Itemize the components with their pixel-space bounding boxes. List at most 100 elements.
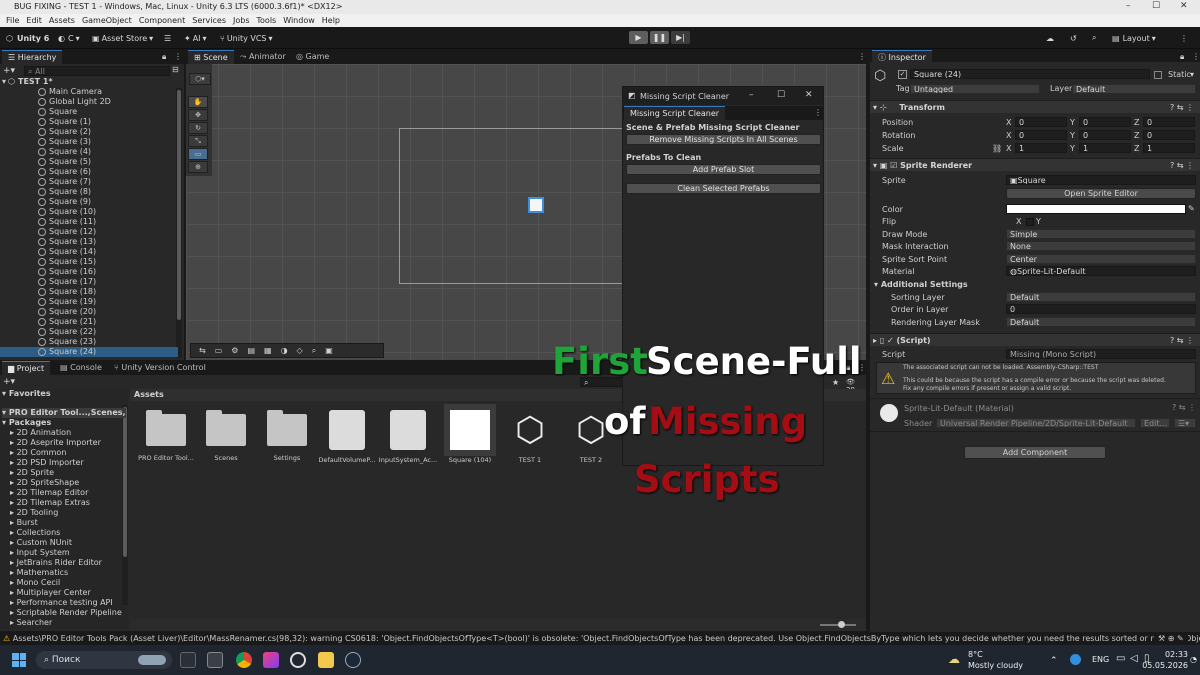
component-menu-icons[interactable]: ? ⇆ ⋮ <box>1172 403 1196 412</box>
asset-item[interactable]: Settings <box>257 410 317 462</box>
selected-square[interactable] <box>528 197 544 213</box>
menu-jobs[interactable]: Jobs <box>233 16 250 25</box>
component-menu-icons[interactable]: ? ⇆ ⋮ <box>1170 101 1194 114</box>
mask-interaction-dropdown[interactable]: None <box>1006 241 1196 251</box>
hierarchy-item[interactable]: Square (20) <box>0 307 178 317</box>
hierarchy-item[interactable]: Square (16) <box>0 267 178 277</box>
scale-tool-icon[interactable]: ⤡ <box>188 135 208 147</box>
msc-title-bar[interactable]: ◩ Missing Script Cleaner – ☐ ✕ <box>623 87 823 105</box>
more-icon[interactable]: ⋮ <box>1180 31 1188 45</box>
zoom-icon[interactable]: ⌕ <box>312 346 316 356</box>
flip-x-checkbox[interactable] <box>1026 218 1034 226</box>
package-folder[interactable]: ▸ Scriptable Render Pipeline <box>2 608 126 618</box>
taskbar-search[interactable]: ⌕ Поиск <box>36 651 172 669</box>
unity-hub-icon[interactable] <box>180 652 196 668</box>
more-icon[interactable]: ⋮ <box>174 52 182 61</box>
pos-y-input[interactable]: 0 <box>1079 117 1131 127</box>
weather-icon[interactable]: ☁ <box>948 652 960 666</box>
scl-z-input[interactable]: 1 <box>1143 143 1195 153</box>
vcs-button[interactable]: ⑂ Unity VCS ▾ <box>220 31 273 45</box>
cloud-account-button[interactable]: ◐ C ▾ <box>58 31 80 45</box>
package-folder[interactable]: ▸ Burst <box>2 518 126 528</box>
tab-scene[interactable]: ⊞ Scene <box>188 50 234 64</box>
minimize-button[interactable]: – <box>1126 1 1131 11</box>
transform-tool-icon[interactable]: ⊕ <box>188 161 208 173</box>
sprite-renderer-header[interactable]: ▾ ▣ ☑ Sprite Renderer ? ⇆ ⋮ <box>870 158 1200 171</box>
pos-z-input[interactable]: 0 <box>1143 117 1195 127</box>
hierarchy-item[interactable]: Square (3) <box>0 137 178 147</box>
file-explorer-icon[interactable] <box>318 652 334 668</box>
hierarchy-item[interactable]: Square (4) <box>0 147 178 157</box>
tab-animator[interactable]: ⤳ Animator <box>234 50 292 64</box>
remove-missing-scripts-button[interactable]: Remove Missing Scripts In All Scenes <box>626 134 821 145</box>
tab-hierarchy[interactable]: ☰ Hierarchy <box>2 50 63 64</box>
package-folder[interactable]: ▸ Mathematics <box>2 568 126 578</box>
hierarchy-item[interactable]: Square (2) <box>0 127 178 137</box>
hierarchy-item[interactable]: Square (8) <box>0 187 178 197</box>
menu-file[interactable]: File <box>6 16 19 25</box>
layout-button[interactable]: ▤ Layout ▾ <box>1112 31 1156 45</box>
static-checkbox[interactable] <box>1154 71 1162 79</box>
chevron-up-icon[interactable]: ⌃ <box>1050 656 1058 666</box>
language-indicator[interactable]: ENG <box>1092 655 1109 664</box>
package-folder[interactable]: ▸ Custom NUnit <box>2 538 126 548</box>
hierarchy-item[interactable]: Square (1) <box>0 117 178 127</box>
hierarchy-item[interactable]: Square (14) <box>0 247 178 257</box>
chevron-down-icon[interactable]: ▾ <box>1190 70 1194 79</box>
hierarchy-item[interactable]: Square (19) <box>0 297 178 307</box>
shader-dropdown[interactable]: Universal Render Pipeline/2D/Sprite-Lit-… <box>936 418 1136 428</box>
package-folder[interactable]: ▸ 2D Sprite <box>2 468 126 478</box>
favorites-folder[interactable]: ▾ Favorites <box>2 389 126 399</box>
more-icon[interactable]: ⋮ <box>814 108 822 117</box>
clean-selected-prefabs-button[interactable]: Clean Selected Prefabs <box>626 183 821 194</box>
msc-close-button[interactable]: ✕ <box>805 90 813 100</box>
chrome-icon[interactable] <box>236 652 252 668</box>
package-folder[interactable]: ▸ 2D SpriteShape <box>2 478 126 488</box>
eyedropper-icon[interactable]: ✎ <box>1188 204 1195 213</box>
msc-minimize-button[interactable]: – <box>749 90 754 100</box>
menu-services[interactable]: Services <box>192 16 226 25</box>
active-checkbox[interactable]: ✓ <box>898 70 907 79</box>
asset-item[interactable]: Scenes <box>196 410 256 462</box>
asset-item[interactable]: DefaultVolumeP... <box>317 410 377 464</box>
ai-button[interactable]: ✦ AI ▾ <box>184 31 207 45</box>
missing-script-header[interactable]: ▸ ▯ ✓ (Script) ? ⇆ ⋮ <box>870 333 1200 346</box>
hierarchy-item[interactable]: Square (7) <box>0 177 178 187</box>
asset-item[interactable]: Square (104) <box>440 404 500 464</box>
packages-folder[interactable]: ▾ Packages <box>2 418 126 428</box>
screen-icon[interactable]: ▣ <box>325 346 333 355</box>
sprite-sort-point-dropdown[interactable]: Center <box>1006 254 1196 264</box>
tab-missing-script-cleaner[interactable]: Missing Script Cleaner <box>624 106 726 120</box>
hierarchy-item[interactable]: Square (5) <box>0 157 178 167</box>
gizmo-dropdown[interactable]: ⬡▾ <box>189 73 211 85</box>
pause-button[interactable]: ❚❚ <box>650 31 669 44</box>
openai-icon[interactable] <box>290 652 306 668</box>
rot-y-input[interactable]: 0 <box>1079 130 1131 140</box>
scl-x-input[interactable]: 1 <box>1015 143 1067 153</box>
cloud-icon[interactable]: ☁ <box>1046 31 1054 45</box>
order-in-layer-input[interactable]: 0 <box>1006 304 1196 314</box>
component-menu-icons[interactable]: ? ⇆ ⋮ <box>1170 334 1194 347</box>
rot-x-input[interactable]: 0 <box>1015 130 1067 140</box>
move-tool-icon[interactable]: ✥ <box>188 109 208 121</box>
asset-item[interactable]: ⬡ TEST 1 <box>500 410 560 464</box>
package-folder[interactable]: ▸ 2D PSD Importer <box>2 458 126 468</box>
brush-icon[interactable]: ▦ <box>264 346 272 355</box>
tile-palette-icon[interactable]: ▤ <box>247 346 255 355</box>
hierarchy-item[interactable]: Square (10) <box>0 207 178 217</box>
more-icon[interactable]: ⋮ <box>1192 52 1200 61</box>
hierarchy-item[interactable]: Square (9) <box>0 197 178 207</box>
package-folder[interactable]: ▸ Mono Cecil <box>2 578 126 588</box>
add-prefab-slot-button[interactable]: Add Prefab Slot <box>626 164 821 175</box>
rendering-layer-mask-dropdown[interactable]: Default <box>1006 317 1196 327</box>
hierarchy-item[interactable]: Square (6) <box>0 167 178 177</box>
hierarchy-item[interactable]: Square (17) <box>0 277 178 287</box>
material-field[interactable]: ◍Sprite-Lit-Default <box>1006 266 1196 276</box>
menu-assets[interactable]: Assets <box>49 16 75 25</box>
toolbar-menu-icon[interactable]: ☰ <box>164 31 171 45</box>
enabled-checkbox[interactable]: ✓ <box>887 336 894 345</box>
rider-icon[interactable] <box>263 652 279 668</box>
menu-window[interactable]: Window <box>283 16 315 25</box>
hierarchy-item[interactable]: Square (24) <box>0 347 178 357</box>
package-folder[interactable]: ▸ Input System <box>2 548 126 558</box>
